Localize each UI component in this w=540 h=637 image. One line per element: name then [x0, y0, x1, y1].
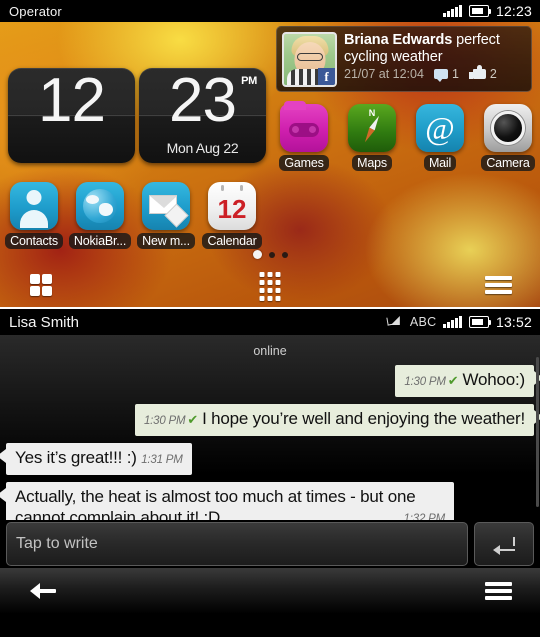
- status-clock: 12:23: [495, 3, 532, 19]
- chat-status-bar: Lisa Smith ABC 13:52: [0, 309, 540, 335]
- message-timestamp: 1:32 PM: [403, 513, 446, 520]
- facebook-timestamp: 21/07 at 12:04: [344, 67, 424, 81]
- app-shortcut-row-1: Games N Maps @ Mail Camera: [276, 101, 536, 171]
- message-bubble-sent[interactable]: 1:30 PM ✔ I hope you’re well and enjoying …: [134, 404, 540, 436]
- home-dock: [0, 263, 540, 307]
- page-dot[interactable]: [281, 251, 288, 258]
- app-shortcut-new-message[interactable]: New m...: [137, 182, 195, 249]
- message-bubble-sent[interactable]: 1:30 PM ✔ Wohoo:): [395, 365, 540, 397]
- calendar-icon[interactable]: 12: [208, 182, 256, 230]
- message-row: 1:30 PM ✔ Wohoo:): [0, 365, 540, 397]
- clock-date: Mon Aug 22: [166, 140, 239, 156]
- message-bubble-received[interactable]: Actually, the heat is almost too much at…: [0, 482, 454, 520]
- message-list[interactable]: online 1:30 PM ✔ Wohoo:) 1:30 PM ✔ I hope yo…: [0, 335, 540, 520]
- message-composer: Tap to write: [0, 520, 540, 568]
- enter-return-icon: [493, 537, 515, 555]
- hamburger-menu-icon[interactable]: [485, 276, 512, 294]
- message-list-scrollbar[interactable]: [536, 357, 539, 507]
- message-bubble-received[interactable]: Yes it’s great!!! :) 1:31 PM: [0, 443, 192, 475]
- text-input-pen-icon: [387, 316, 403, 328]
- message-text: Wohoo:): [462, 370, 525, 389]
- thumbs-up-icon[interactable]: [468, 65, 486, 79]
- facebook-badge-icon: f: [318, 68, 335, 85]
- likes-count: 2: [489, 67, 497, 81]
- clock-widget[interactable]: 12 23 PM Mon Aug 22: [8, 68, 266, 163]
- app-shortcut-browser[interactable]: NokiaBr...: [68, 182, 132, 249]
- battery-icon: [468, 5, 492, 17]
- signal-bars-icon: [443, 316, 462, 328]
- app-label: Calendar: [202, 233, 262, 249]
- signal-bars-icon: [443, 5, 462, 17]
- comments-count: 1: [451, 67, 459, 81]
- message-input[interactable]: Tap to write: [6, 522, 468, 566]
- battery-icon: [468, 316, 492, 328]
- home-status-bar: Operator 12:23: [0, 0, 540, 22]
- operator-label: Operator: [9, 3, 62, 19]
- input-mode-label: ABC: [409, 315, 437, 329]
- app-label: Mail: [423, 155, 457, 171]
- send-button[interactable]: [474, 522, 534, 566]
- message-text: Actually, the heat is almost too much at…: [15, 487, 416, 520]
- app-shortcut-camera[interactable]: Camera: [480, 104, 536, 171]
- facebook-author: Briana Edwards: [344, 32, 453, 48]
- app-label: Maps: [352, 155, 392, 171]
- clock-ampm: PM: [241, 75, 257, 87]
- home-screen: Operator 12:23 12 23 PM Mon Aug 22 f Bri…: [0, 0, 540, 307]
- mail-at-icon[interactable]: @: [416, 104, 464, 152]
- app-label: New m...: [137, 233, 195, 249]
- games-gamepad-icon[interactable]: [280, 101, 328, 152]
- delivered-check-icon: ✔: [447, 373, 459, 388]
- clock-hours-panel[interactable]: 12: [8, 68, 135, 163]
- app-shortcut-row-2: Contacts NokiaBr... New m... 12 Calendar: [5, 182, 262, 249]
- avatar: f: [282, 32, 337, 87]
- maps-compass-icon[interactable]: N: [348, 104, 396, 152]
- page-dot-active[interactable]: [252, 250, 262, 259]
- message-input-placeholder: Tap to write: [16, 535, 98, 552]
- message-timestamp: 1:30 PM: [404, 376, 446, 388]
- app-shortcut-contacts[interactable]: Contacts: [5, 182, 63, 249]
- page-indicator: [0, 250, 540, 259]
- facebook-status-widget[interactable]: f Briana Edwards perfect cycling weather…: [276, 26, 532, 92]
- app-label: Games: [279, 155, 329, 171]
- chat-contact-name: Lisa Smith: [9, 313, 80, 331]
- contacts-person-icon[interactable]: [10, 182, 58, 230]
- app-shortcut-games[interactable]: Games: [276, 101, 332, 171]
- app-shortcut-calendar[interactable]: 12 Calendar: [202, 182, 262, 249]
- message-timestamp: 1:31 PM: [141, 454, 183, 466]
- at-glyph: @: [425, 110, 455, 146]
- page-dot[interactable]: [268, 251, 275, 258]
- app-label: Contacts: [5, 233, 63, 249]
- chat-bottom-toolbar: [0, 568, 540, 614]
- browser-globe-icon[interactable]: [76, 182, 124, 230]
- app-label: NokiaBr...: [68, 233, 132, 249]
- facebook-post-text: Briana Edwards perfect cycling weather: [344, 32, 526, 65]
- back-arrow-icon[interactable]: [30, 583, 56, 599]
- clock-hours: 12: [38, 66, 106, 135]
- message-text: Yes it’s great!!! :): [15, 448, 137, 467]
- dialer-keypad-icon[interactable]: [259, 272, 281, 301]
- chat-screen: Lisa Smith ABC 13:52 online 1:30 PM ✔ Woho…: [0, 307, 540, 637]
- hamburger-menu-icon[interactable]: [485, 582, 512, 600]
- delivered-check-icon: ✔: [187, 412, 199, 427]
- app-shortcut-maps[interactable]: N Maps: [344, 104, 400, 171]
- app-grid-icon[interactable]: [30, 274, 52, 296]
- message-timestamp: 1:30 PM: [143, 415, 186, 427]
- message-text: I hope you’re well and enjoying the weat…: [202, 409, 525, 428]
- new-message-envelope-icon[interactable]: [142, 182, 190, 230]
- message-row: Actually, the heat is almost too much at…: [0, 482, 540, 520]
- comment-bubble-icon[interactable]: [433, 69, 448, 82]
- calendar-day: 12: [217, 193, 247, 224]
- presence-status: online: [253, 344, 287, 358]
- message-row: 1:30 PM ✔ I hope you’re well and enjoying …: [0, 404, 540, 436]
- status-clock: 13:52: [495, 314, 532, 330]
- app-shortcut-mail[interactable]: @ Mail: [412, 104, 468, 171]
- clock-minutes-panel[interactable]: 23 PM Mon Aug 22: [139, 68, 266, 163]
- message-row: Yes it’s great!!! :) 1:31 PM: [0, 443, 540, 475]
- app-label: Camera: [481, 155, 535, 171]
- camera-lens-icon[interactable]: [484, 104, 532, 152]
